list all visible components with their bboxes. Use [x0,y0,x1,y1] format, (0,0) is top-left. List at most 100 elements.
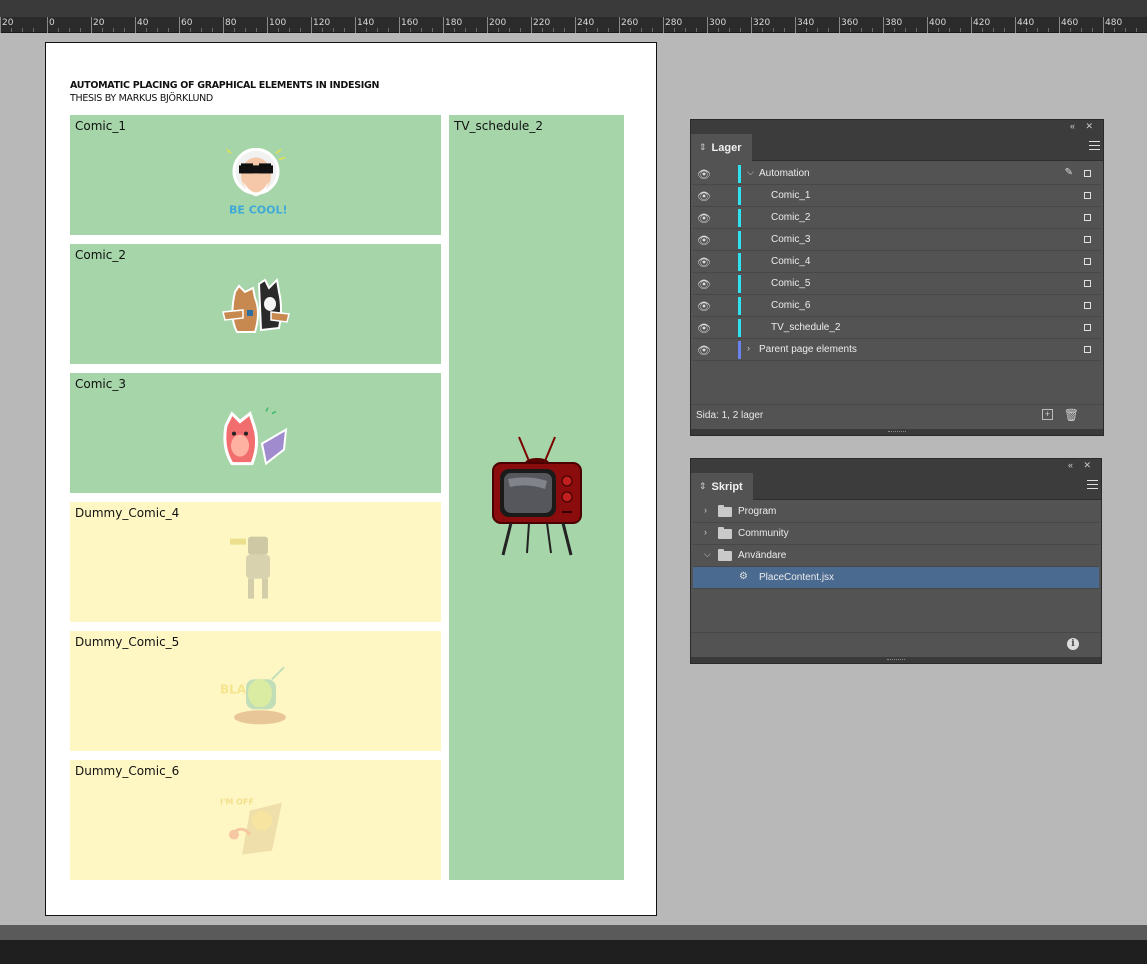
ruler-label: 140 [357,18,375,28]
chevron-down-icon[interactable]: ⌵ [747,167,754,178]
eye-icon[interactable]: 👁 [697,212,711,225]
retro-tv-illustration [492,436,582,556]
selection-square[interactable] [1084,258,1091,265]
panel-menu-icon[interactable] [1087,480,1098,489]
ruler-minor-tick [212,28,213,32]
ruler-label: 240 [577,18,595,28]
eye-icon[interactable]: 👁 [697,234,711,247]
frame-dummy-comic-5[interactable]: Dummy_Comic_5 BLA [70,631,441,751]
layer-row[interactable]: 👁 ⌵ Automation ✎ [693,163,1101,185]
ruler-minor-tick [685,28,686,32]
layer-row[interactable]: 👁 Comic_4 [693,251,1101,273]
layer-name: Comic_4 [771,256,811,267]
panel-resize-grip[interactable] [691,657,1101,663]
tab-lager[interactable]: ⇕ Lager [691,134,752,161]
eye-icon[interactable]: 👁 [697,168,711,181]
frame-dummy-comic-6[interactable]: Dummy_Comic_6 I'M OFF [70,760,441,880]
selection-square[interactable] [1084,214,1091,221]
ruler-minor-tick [564,28,565,32]
layer-row[interactable]: 👁 Comic_6 [693,295,1101,317]
scripts-panel[interactable]: « ✕ ⇕ Skript › Program › Community ⌵ Användar… [690,458,1102,664]
selection-square[interactable] [1084,192,1091,199]
ruler-minor-tick [333,28,334,32]
chevron-right-icon[interactable]: › [704,527,707,537]
layer-row[interactable]: 👁 › Parent page elements [693,339,1101,361]
ruler-minor-tick [993,28,994,32]
frame-label: TV_schedule_2 [454,119,543,133]
ruler-minor-tick [1026,28,1027,32]
layer-row[interactable]: 👁 Comic_5 [693,273,1101,295]
script-folder-row[interactable]: ⌵ Användare [693,545,1099,567]
ruler-minor-tick [410,28,411,32]
selection-square[interactable] [1084,280,1091,287]
panel-menu-icon[interactable] [1089,141,1100,150]
document-page[interactable]: AUTOMATIC PLACING OF GRAPHICAL ELEMENTS … [45,42,657,916]
ruler-minor-tick [201,28,202,32]
ruler-minor-tick [1004,28,1005,32]
ruler-minor-tick [542,28,543,32]
selection-square[interactable] [1084,170,1091,177]
chevron-right-icon[interactable]: › [704,505,707,515]
selection-square[interactable] [1084,302,1091,309]
chevron-down-icon[interactable]: ⌵ [704,549,711,560]
ruler-label: 280 [665,18,683,28]
layers-panel[interactable]: « ✕ ⇕ Lager 👁 ⌵ Automation ✎ 👁 Comic_1 👁 Comic_… [690,119,1104,436]
ruler-label: 60 [181,18,193,28]
chevron-right-icon[interactable]: › [747,343,750,353]
frame-dummy-comic-4[interactable]: Dummy_Comic_4 [70,502,441,622]
collapse-close-icons[interactable]: « ✕ [1070,121,1097,132]
collapse-close-icons[interactable]: « ✕ [1068,460,1095,471]
ruler-label: 160 [401,18,419,28]
ruler-minor-tick [553,28,554,32]
ruler-label: 40 [137,18,149,28]
eye-icon[interactable]: 👁 [697,190,711,203]
trash-icon[interactable]: 🗑 [1064,408,1079,422]
script-list: › Program › Community ⌵ Användare ⚙ PlaceConten… [691,500,1101,589]
layer-row[interactable]: 👁 Comic_3 [693,229,1101,251]
new-layer-icon[interactable]: + [1042,409,1053,420]
ruler-minor-tick [33,28,34,32]
eye-icon[interactable]: 👁 [697,278,711,291]
eye-icon[interactable]: 👁 [697,256,711,269]
frame-comic-2[interactable]: Comic_2 [70,244,441,364]
script-folder-row[interactable]: › Program [693,501,1099,523]
updown-icon: ⇕ [699,481,707,491]
horizontal-ruler[interactable]: 20 0 20 40 60 80 100 120 140 160 180 200 220 240 260 28… [0,17,1147,33]
ruler-label: 100 [269,18,287,28]
pasteboard-scrollbar[interactable] [0,925,1147,940]
ruler-minor-tick [146,28,147,32]
ruler-minor-tick [300,28,301,32]
script-file-icon: ⚙ [739,571,748,582]
script-folder-row[interactable]: › Community [693,523,1099,545]
selection-square[interactable] [1084,324,1091,331]
layer-row[interactable]: 👁 TV_schedule_2 [693,317,1101,339]
layer-row[interactable]: 👁 Comic_2 [693,207,1101,229]
ruler-label: 440 [1017,18,1035,28]
layer-color-swatch [738,231,741,249]
ruler-label: 300 [709,18,727,28]
ruler-minor-tick [1136,28,1137,32]
selection-square[interactable] [1084,346,1091,353]
layer-row[interactable]: 👁 Comic_1 [693,185,1101,207]
ruler-minor-tick [905,28,906,32]
hugging-cats-sticker [221,277,290,333]
eye-icon[interactable]: 👁 [697,344,711,357]
ruler-label: 360 [841,18,859,28]
selection-square[interactable] [1084,236,1091,243]
ruler-minor-tick [377,28,378,32]
layers-status: Sida: 1, 2 lager [696,410,764,421]
eye-icon[interactable]: 👁 [697,322,711,335]
ruler-minor-tick [894,28,895,32]
tab-skript[interactable]: ⇕ Skript [691,473,753,500]
panel-tab-bar: ⇕ Lager [691,134,1103,161]
frame-comic-1[interactable]: Comic_1 BE COOL! [70,115,441,235]
ruler-minor-tick [124,28,125,32]
frame-comic-3[interactable]: Comic_3 [70,373,441,493]
ruler-minor-tick [157,28,158,32]
eye-icon[interactable]: 👁 [697,300,711,313]
info-icon[interactable]: i [1067,638,1079,650]
panel-resize-grip[interactable] [691,429,1103,435]
ruler-minor-tick [454,28,455,32]
frame-tv-schedule-2[interactable]: TV_schedule_2 [449,115,624,880]
script-file-row[interactable]: ⚙ PlaceContent.jsx [693,567,1099,589]
